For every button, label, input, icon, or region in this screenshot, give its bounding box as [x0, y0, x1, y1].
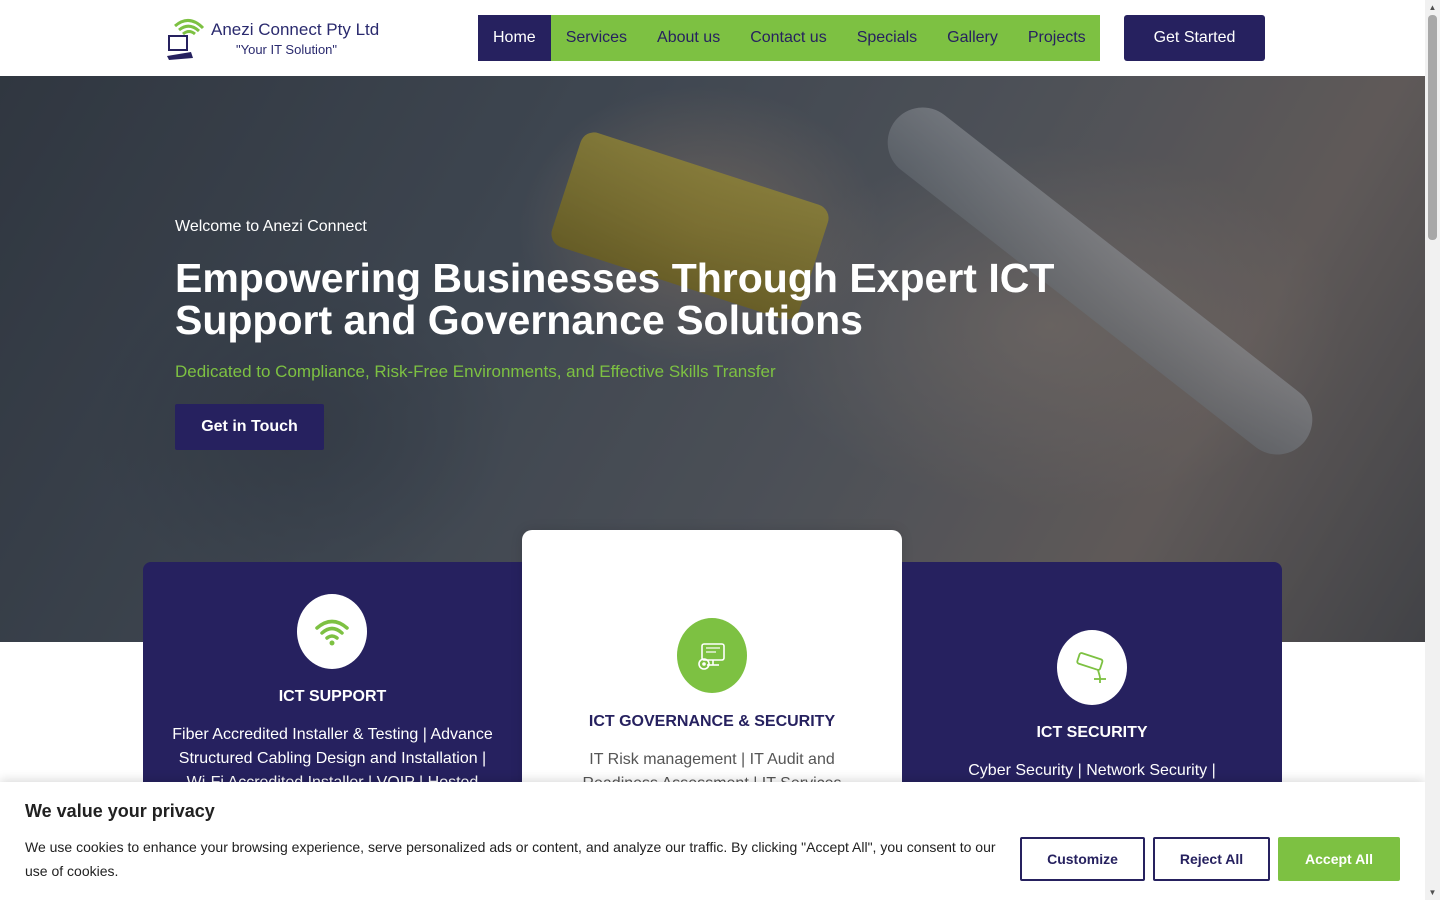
- logo-tagline: "Your IT Solution": [236, 42, 338, 57]
- page-scrollbar[interactable]: ▲ ▼: [1425, 0, 1440, 900]
- cookie-description: We use cookies to enhance your browsing …: [25, 839, 996, 879]
- cookie-title: We value your privacy: [25, 801, 215, 821]
- main-nav: Home Services About us Contact us Specia…: [478, 15, 1100, 61]
- reject-all-button[interactable]: Reject All: [1153, 837, 1270, 881]
- nav-contact-us[interactable]: Contact us: [735, 15, 841, 61]
- wifi-icon-circle: [297, 594, 367, 669]
- gear-monitor-icon: [698, 642, 725, 670]
- site-header: Anezi Connect Pty Ltd "Your IT Solution"…: [0, 0, 1425, 76]
- service-title: ICT SECURITY: [1036, 724, 1148, 741]
- logo-title: Anezi Connect Pty Ltd: [211, 20, 380, 39]
- hero-title: Empowering Businesses Through Expert ICT…: [175, 255, 1055, 343]
- nav-specials[interactable]: Specials: [842, 15, 932, 61]
- scroll-down-arrow-icon[interactable]: ▼: [1425, 885, 1440, 900]
- nav-about-us[interactable]: About us: [642, 15, 735, 61]
- service-card-ict-governance[interactable]: ICT GOVERNANCE & SECURITY IT Risk manage…: [522, 530, 902, 822]
- scroll-thumb[interactable]: [1428, 15, 1437, 240]
- nav-home[interactable]: Home: [478, 15, 551, 61]
- service-title: ICT GOVERNANCE & SECURITY: [588, 713, 836, 730]
- customize-button[interactable]: Customize: [1020, 837, 1145, 881]
- service-title: ICT SUPPORT: [278, 688, 387, 705]
- wifi-icon: [315, 619, 349, 645]
- get-in-touch-button[interactable]: Get in Touch: [175, 404, 324, 450]
- service-description: Cyber Security | Network Security |: [968, 762, 1216, 779]
- scroll-up-arrow-icon[interactable]: ▲: [1425, 0, 1440, 15]
- cookie-consent-banner: We value your privacy We use cookies to …: [0, 782, 1425, 900]
- accept-all-button[interactable]: Accept All: [1278, 837, 1400, 881]
- hero-subtitle: Dedicated to Compliance, Risk-Free Envir…: [175, 362, 776, 381]
- hero-welcome-text: Welcome to Anezi Connect: [175, 218, 367, 235]
- nav-gallery[interactable]: Gallery: [932, 15, 1013, 61]
- logo[interactable]: Anezi Connect Pty Ltd "Your IT Solution": [163, 12, 383, 64]
- logo-computer-icon: [167, 19, 205, 60]
- get-started-button[interactable]: Get Started: [1124, 15, 1265, 61]
- cctv-camera-icon-circle: [1057, 630, 1127, 705]
- nav-services[interactable]: Services: [551, 15, 642, 61]
- nav-projects[interactable]: Projects: [1013, 15, 1101, 61]
- gear-monitor-icon-circle: [677, 618, 747, 693]
- cctv-camera-icon: [1076, 651, 1106, 683]
